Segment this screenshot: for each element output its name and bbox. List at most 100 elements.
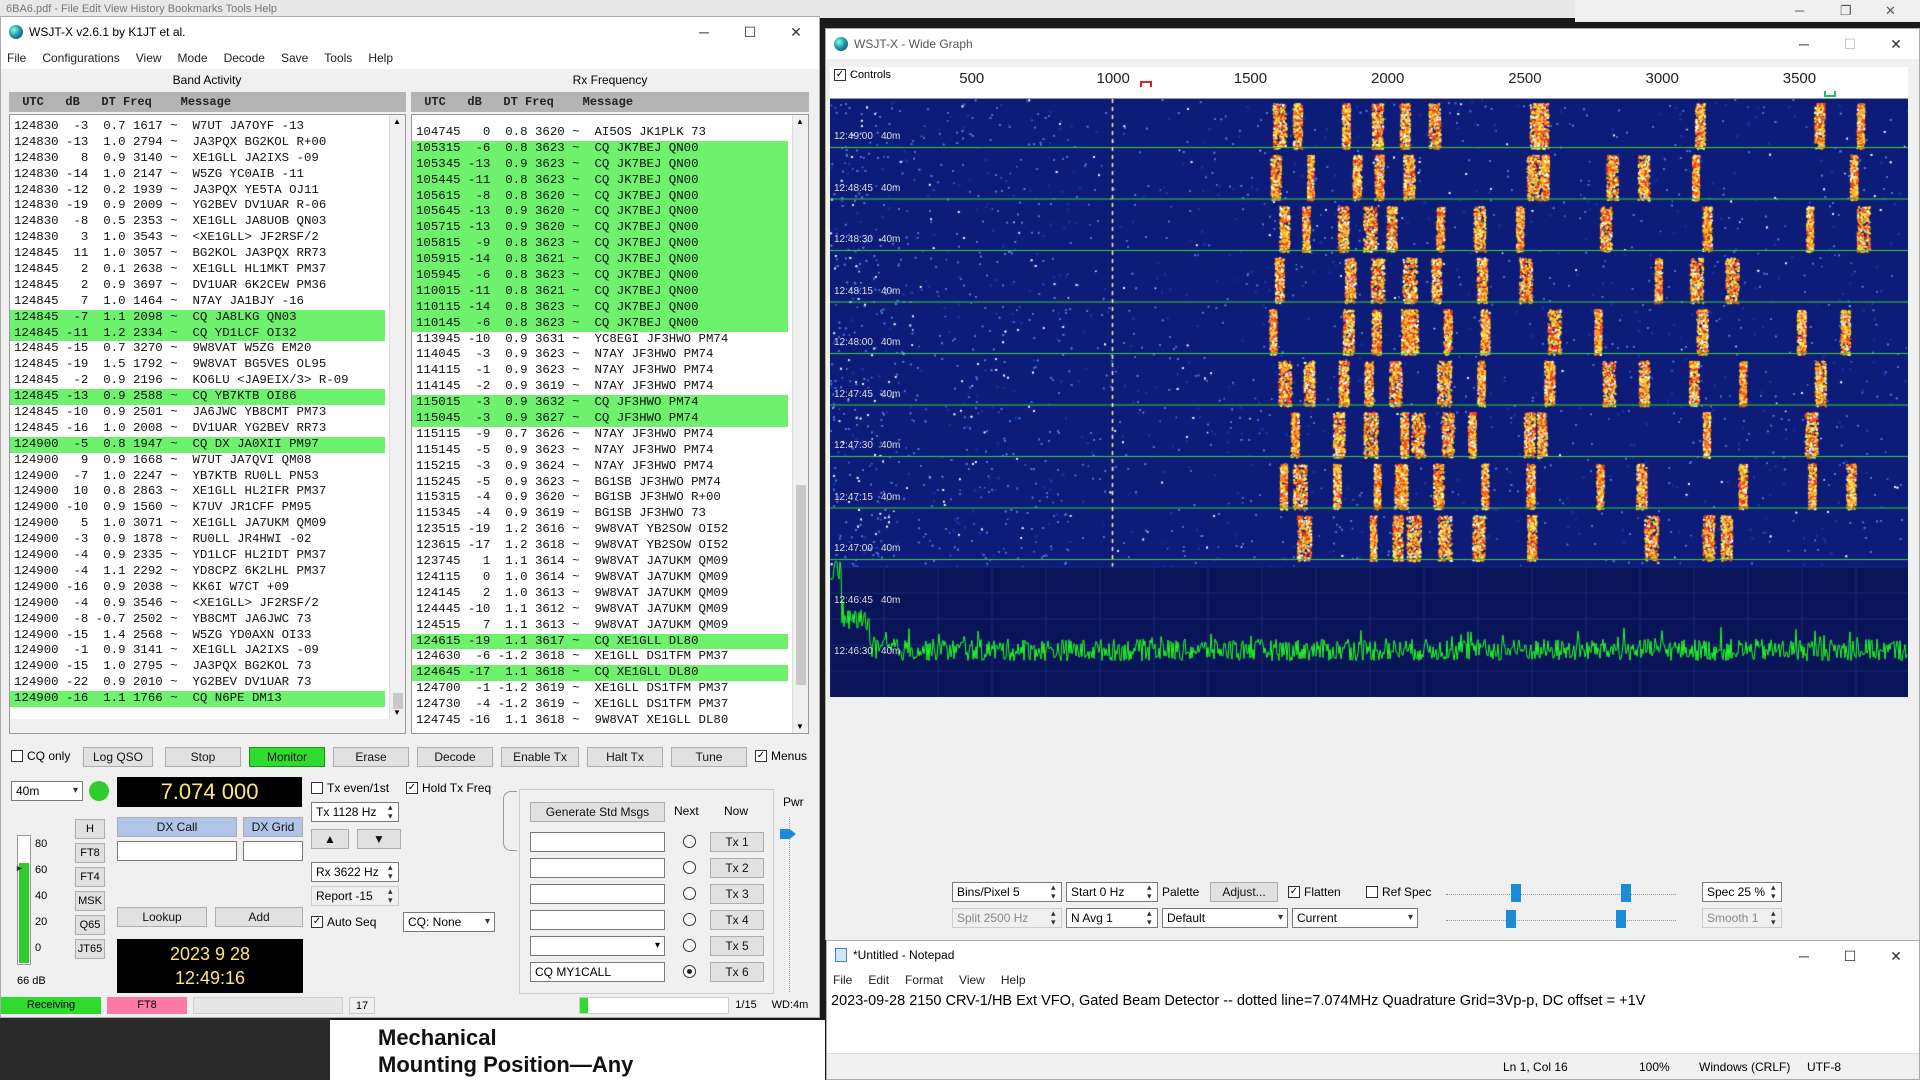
rx-frequency-row[interactable]: 105645 -13 0.9 3620 ~ CQ JK7BEJ QN00: [412, 204, 788, 221]
scroll-down-icon[interactable]: ▼: [393, 708, 401, 717]
band-activity-row[interactable]: 124845 -11 1.2 2334 ~ CQ YD1LCF OI32: [10, 325, 385, 342]
menu-configurations[interactable]: Configurations: [42, 51, 119, 65]
rx-frequency-spinbox[interactable]: Rx 3622 Hz: [311, 862, 399, 882]
rx-frequency-row[interactable]: 115115 -9 0.7 3626 ~ N7AY JF3HWO PM74: [412, 427, 788, 443]
tab-indicator[interactable]: [501, 789, 521, 851]
menu-format[interactable]: Format: [905, 973, 943, 987]
band-activity-row[interactable]: 124830 -8 0.5 2353 ~ XE1GLL JA8UOB QN03: [10, 214, 385, 230]
band-activity-row[interactable]: 124900 -1 0.9 3141 ~ XE1GLL JA2IXS -09: [10, 643, 385, 659]
band-activity-row[interactable]: 124845 -19 1.5 1792 ~ 9W8VAT BG5VES OL95: [10, 357, 385, 373]
rx-frequency-row[interactable]: 123515 -19 1.2 3616 ~ 9W8VAT YB2SOW OI52: [412, 522, 788, 538]
menu-tools[interactable]: Tools: [324, 51, 352, 65]
band-activity-scrollbar[interactable]: ▲ ▼: [389, 115, 405, 719]
rx-frequency-list[interactable]: 104745 0 0.8 3620 ~ AI5OS JK1PLK 73 10531…: [411, 114, 809, 734]
rx-frequency-row[interactable]: 114115 -1 0.9 3623 ~ N7AY JF3HWO PM74: [412, 363, 788, 379]
band-activity-row[interactable]: 124830 8 0.9 3140 ~ XE1GLL JA2IXS -09: [10, 151, 385, 167]
rx-frequency-row[interactable]: 115145 -5 0.9 3623 ~ N7AY JF3HWO PM74: [412, 443, 788, 459]
band-activity-row[interactable]: 124845 7 1.0 1464 ~ N7AY JA1BJY -16: [10, 294, 385, 310]
scroll-thumb[interactable]: [393, 693, 403, 709]
menu-edit[interactable]: Edit: [868, 973, 889, 987]
close-icon[interactable]: ✕: [1885, 3, 1896, 19]
rx-frequency-row[interactable]: 123615 -17 1.2 3618 ~ 9W8VAT YB2SOW OI52: [412, 538, 788, 554]
menus-checkbox[interactable]: ✓ Menus: [755, 749, 807, 763]
rx-frequency-row[interactable]: 105615 -8 0.8 3620 ~ CQ JK7BEJ QN00: [412, 188, 788, 205]
spec-percent-spinbox[interactable]: Spec 25 %: [1702, 882, 1782, 902]
rx-frequency-row[interactable]: 124745 -16 1.1 3618 ~ 9W8VAT XE1GLL DL80: [412, 713, 788, 729]
n-avg-spinbox[interactable]: N Avg 1: [1066, 908, 1158, 928]
rx-frequency-row[interactable]: 115045 -3 0.9 3627 ~ CQ JF3HWO PM74: [412, 411, 788, 427]
mode-button-ft8[interactable]: FT8: [75, 843, 105, 863]
scroll-up-icon[interactable]: ▲: [796, 117, 804, 126]
rx-frequency-row[interactable]: 124645 -17 1.1 3618 ~ CQ XE1GLL DL80: [412, 665, 788, 682]
tune-button[interactable]: Tune: [671, 747, 747, 767]
band-activity-row[interactable]: 124830 -13 1.0 2794 ~ JA3PQX BG2KOL R+00: [10, 135, 385, 151]
tx3-message-input[interactable]: [530, 884, 665, 904]
band-activity-hscrollbar[interactable]: [10, 719, 405, 733]
rx-frequency-row[interactable]: 114045 -3 0.9 3623 ~ N7AY JF3HWO PM74: [412, 347, 788, 363]
tx2-message-input[interactable]: [530, 858, 665, 878]
start-frequency-spinbox[interactable]: Start 0 Hz: [1066, 882, 1158, 902]
tx5-message-input[interactable]: ▾: [530, 936, 665, 956]
report-spinbox[interactable]: Report -15: [311, 886, 399, 906]
rx-frequency-row[interactable]: 124445 -10 1.1 3612 ~ 9W8VAT JA7UKM QM09: [412, 602, 788, 618]
rx-frequency-row[interactable]: 105945 -6 0.8 3623 ~ CQ JK7BEJ QN00: [412, 268, 788, 284]
band-activity-row[interactable]: 124845 11 1.0 3057 ~ BG2KOL JA3PQX RR73: [10, 246, 385, 262]
tx5-now-button[interactable]: Tx 5: [710, 936, 764, 956]
dx-call-input[interactable]: [117, 841, 237, 861]
tx5-next-radio[interactable]: [683, 939, 696, 952]
enable-tx-button[interactable]: Enable Tx: [501, 747, 579, 767]
tx6-message-input[interactable]: CQ MY1CALL: [530, 962, 665, 982]
rx-frequency-row[interactable]: 124700 -1 -1.2 3619 ~ XE1GLL DS1TFM PM37: [412, 681, 788, 697]
minimize-icon[interactable]: ─: [1781, 29, 1827, 59]
bins-per-pixel-spinbox[interactable]: Bins/Pixel 5: [952, 882, 1062, 902]
band-activity-row[interactable]: 124845 -2 0.9 2196 ~ KO6LU <JA9EIX/3> R-…: [10, 373, 385, 389]
band-activity-row[interactable]: 124900 -16 0.9 2038 ~ KK6I W7CT +09: [10, 580, 385, 596]
restore-icon[interactable]: ❐: [1840, 3, 1852, 19]
rx-frequency-row[interactable]: 115315 -4 0.9 3620 ~ BG1SB JF3HWO R+00: [412, 490, 788, 506]
rx-frequency-row[interactable]: 115345 -4 0.9 3619 ~ BG1SB JF3HWO 73: [412, 506, 788, 522]
halt-tx-button[interactable]: Halt Tx: [587, 747, 663, 767]
menu-file[interactable]: File: [833, 973, 852, 987]
mode-button-jt65[interactable]: JT65: [75, 939, 105, 959]
rx-frequency-row[interactable]: 110145 -6 0.8 3623 ~ CQ JK7BEJ QN00: [412, 315, 788, 332]
add-button[interactable]: Add: [215, 907, 303, 927]
palette-select[interactable]: Default ▾: [1162, 908, 1288, 928]
band-activity-row[interactable]: 124830 3 1.0 3543 ~ <XE1GLL> JF2RSF/2: [10, 230, 385, 246]
band-activity-row[interactable]: 124845 -15 0.7 3270 ~ 9W8VAT W5ZG EM20: [10, 341, 385, 357]
tx3-next-radio[interactable]: [683, 887, 696, 900]
band-activity-row[interactable]: 124900 -4 0.9 3546 ~ <XE1GLL> JF2RSF/2: [10, 596, 385, 612]
notepad-text-area[interactable]: 2023-09-28 2150 CRV-1/HB Ext VFO, Gated …: [831, 993, 1645, 1009]
band-activity-row[interactable]: 124900 5 1.0 3071 ~ XE1GLL JA7UKM QM09: [10, 516, 385, 532]
smooth-spinbox[interactable]: Smooth 1: [1702, 908, 1782, 928]
scroll-up-icon[interactable]: ▲: [393, 117, 401, 126]
rx-frequency-row[interactable]: 110115 -14 0.8 3623 ~ CQ JK7BEJ QN00: [412, 299, 788, 316]
tx4-now-button[interactable]: Tx 4: [710, 910, 764, 930]
scroll-thumb[interactable]: [796, 485, 806, 685]
rx-frequency-row[interactable]: 113945 -10 0.9 3631 ~ YC8EGI JF3HWO PM74: [412, 332, 788, 348]
generate-std-msgs-button[interactable]: Generate Std Msgs: [530, 802, 665, 822]
band-activity-row[interactable]: 124845 2 0.1 2638 ~ XE1GLL HL1MKT PM37: [10, 262, 385, 278]
rx-frequency-row[interactable]: 124145 2 1.0 3613 ~ 9W8VAT JA7UKM QM09: [412, 586, 788, 602]
band-activity-row[interactable]: 124900 -8 -0.7 2502 ~ YB8CMT JA6JWC 73: [10, 612, 385, 628]
close-icon[interactable]: ✕: [773, 17, 819, 47]
spec-zero-slider-handle[interactable]: [1616, 910, 1626, 928]
band-activity-row[interactable]: 124830 -19 0.9 2009 ~ YG2BEV DV1UAR R-06: [10, 198, 385, 214]
band-activity-row[interactable]: 124900 -15 1.4 2568 ~ W5ZG YD0AXN OI33: [10, 628, 385, 644]
monitor-button[interactable]: Monitor: [249, 747, 325, 767]
rx-frequency-row[interactable]: 123745 1 1.1 3614 ~ 9W8VAT JA7UKM QM09: [412, 554, 788, 570]
band-activity-list[interactable]: 124830 -3 0.7 1617 ~ W7UT JA7OYF -13 1248…: [9, 114, 406, 734]
mode-button-msk[interactable]: MSK: [75, 891, 105, 911]
cq-select[interactable]: CQ: None ▾: [403, 912, 495, 932]
minimize-icon[interactable]: ─: [1795, 3, 1804, 18]
band-activity-row[interactable]: 124900 9 0.9 1668 ~ W7UT JA7QVI QM08: [10, 453, 385, 469]
band-activity-row[interactable]: 124900 -15 1.0 2795 ~ JA3PQX BG2KOL 73: [10, 659, 385, 675]
menu-mode[interactable]: Mode: [178, 51, 208, 65]
auto-seq-checkbox[interactable]: ✓ Auto Seq: [311, 915, 376, 929]
tx-frequency-spinbox[interactable]: Tx 1128 Hz: [311, 802, 399, 822]
tx1-next-radio[interactable]: [683, 835, 696, 848]
waterfall-display[interactable]: 12:49:00 40m 12:48:45 40m 12:48:30 40m 12:48:1…: [830, 99, 1908, 697]
rx-frequency-row[interactable]: 114145 -2 0.9 3619 ~ N7AY JF3HWO PM74: [412, 379, 788, 395]
tx6-next-radio[interactable]: [683, 965, 696, 978]
minimize-icon[interactable]: ─: [681, 17, 727, 47]
band-activity-row[interactable]: 124900 10 0.8 2863 ~ XE1GLL HL2IFR PM37: [10, 484, 385, 500]
